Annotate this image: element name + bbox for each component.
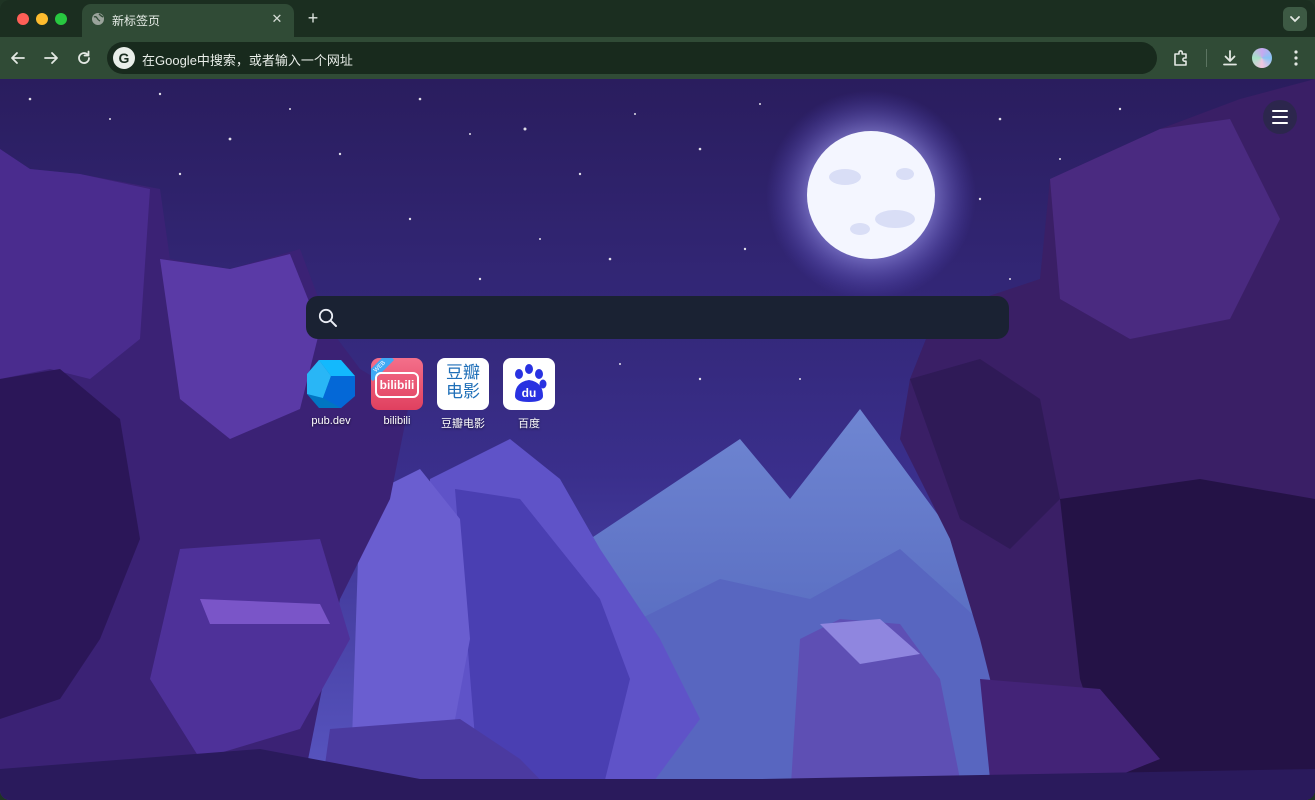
new-tab-page: pub.dev WEB bilibili bilibili 豆瓣 电影 豆瓣电影	[0, 79, 1315, 800]
zoom-window-button[interactable]	[55, 13, 67, 25]
tab-new-tab[interactable]: 新标签页 ✕	[82, 4, 294, 37]
forward-button[interactable]	[40, 47, 62, 69]
baidu-paw-logo-icon: du	[503, 358, 555, 410]
download-icon[interactable]	[1219, 47, 1241, 69]
kebab-menu-icon[interactable]	[1285, 47, 1307, 69]
bilibili-logo-icon: WEB bilibili	[371, 358, 423, 410]
tab-title: 新标签页	[112, 14, 161, 28]
douban-movie-logo-icon: 豆瓣 电影	[437, 358, 489, 410]
baidu-du-text: du	[521, 386, 537, 400]
tab-search-button[interactable]	[1283, 7, 1307, 31]
chevron-down-icon	[1290, 16, 1300, 23]
douban-text-top: 豆瓣	[446, 363, 480, 383]
dart-logo-icon	[305, 358, 357, 410]
douban-text-bottom: 电影	[446, 382, 480, 402]
address-bar[interactable]: G 在Google中搜索，或者输入一个网址	[107, 42, 1157, 74]
close-tab-icon[interactable]: ✕	[268, 10, 286, 28]
shortcut-pub-dev[interactable]: pub.dev	[301, 358, 361, 433]
close-window-button[interactable]	[17, 13, 29, 25]
shortcut-baidu[interactable]: du 百度	[499, 358, 559, 433]
toolbar-divider	[1206, 49, 1207, 67]
new-tab-button[interactable]: +	[303, 8, 323, 28]
search-icon	[318, 308, 337, 327]
shortcut-bilibili[interactable]: WEB bilibili bilibili	[367, 358, 427, 433]
shortcut-douban-movie[interactable]: 豆瓣 电影 豆瓣电影	[433, 358, 493, 433]
new-tab-search-box[interactable]	[306, 296, 1009, 339]
shortcut-label: 百度	[518, 418, 540, 430]
paw-icon	[515, 364, 547, 402]
address-bar-placeholder: 在Google中搜索，或者输入一个网址	[142, 53, 353, 68]
reload-button[interactable]	[73, 47, 95, 69]
toolbar: G 在Google中搜索，或者输入一个网址	[0, 37, 1315, 79]
back-button[interactable]	[7, 47, 29, 69]
customize-menu-button[interactable]	[1263, 100, 1297, 134]
google-g-icon: G	[113, 47, 135, 69]
extensions-puzzle-icon[interactable]	[1170, 47, 1192, 69]
globe-icon	[92, 13, 104, 25]
bilibili-wordmark: bilibili	[375, 372, 419, 398]
browser-window: 新标签页 ✕ + G 在Google中搜索，或者输入一个网址 pub.dev W…	[0, 0, 1315, 800]
profile-avatar[interactable]	[1252, 48, 1272, 68]
tab-strip: 新标签页 ✕ +	[0, 0, 1315, 37]
minimize-window-button[interactable]	[36, 13, 48, 25]
night-canyon-wallpaper	[0, 79, 1315, 800]
